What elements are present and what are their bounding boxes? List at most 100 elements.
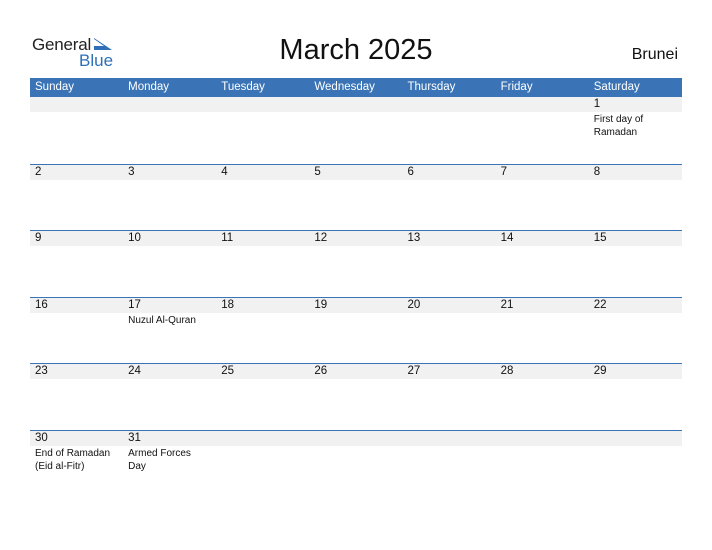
day-number: 29 xyxy=(593,365,607,378)
day-cell xyxy=(123,97,216,164)
day-cell: 11 xyxy=(216,231,309,297)
week-row: 9 10 11 12 13 14 15 xyxy=(30,230,682,297)
day-number: 28 xyxy=(500,365,514,378)
day-number: 5 xyxy=(314,165,321,178)
day-cell: 5 xyxy=(309,165,402,231)
day-number: 19 xyxy=(314,298,328,311)
calendar-grid: Sunday Monday Tuesday Wednesday Thursday… xyxy=(30,78,682,497)
day-number: 2 xyxy=(35,165,42,178)
day-cell: 25 xyxy=(216,364,309,430)
holiday-event xyxy=(35,112,117,113)
holiday-event xyxy=(501,112,583,113)
day-number: 31 xyxy=(128,431,141,444)
day-cell xyxy=(30,97,123,164)
holiday-event xyxy=(501,246,583,247)
holiday-event xyxy=(314,313,396,314)
day-number xyxy=(221,431,309,446)
day-number: 8 xyxy=(593,165,601,178)
day-number xyxy=(221,97,309,112)
day-cell: 24 xyxy=(123,364,216,430)
day-number: 4 xyxy=(221,165,228,178)
day-cell: 6 xyxy=(403,165,496,231)
holiday-event: First day of Ramadan xyxy=(593,114,644,138)
day-cell: 26 xyxy=(309,364,402,430)
day-cell: 29 xyxy=(589,364,682,430)
holiday-event xyxy=(594,180,676,181)
day-cell xyxy=(216,97,309,164)
holiday-event xyxy=(408,379,490,380)
day-cell: 1 First day of Ramadan xyxy=(589,97,682,164)
day-number: 12 xyxy=(314,232,328,245)
holiday-event xyxy=(314,180,396,181)
day-number: 17 xyxy=(128,298,141,311)
holiday-event xyxy=(221,112,303,113)
holiday-event xyxy=(128,112,210,113)
holiday-event xyxy=(35,313,117,314)
weekday-header: Sunday Monday Tuesday Wednesday Thursday… xyxy=(30,78,682,97)
day-number xyxy=(35,97,123,112)
holiday-event: Armed Forces Day xyxy=(128,447,191,472)
holiday-event xyxy=(408,446,490,447)
day-number: 15 xyxy=(593,232,607,245)
day-cell: 14 xyxy=(496,231,589,297)
holiday-event: Nuzul Al-Quran xyxy=(128,314,196,326)
day-cell xyxy=(309,97,402,164)
day-number: 24 xyxy=(128,365,141,378)
holiday-event xyxy=(35,379,117,380)
holiday-event xyxy=(128,246,210,247)
day-number xyxy=(314,431,402,446)
country-label: Brunei xyxy=(631,46,678,63)
weekday-saturday: Saturday xyxy=(593,81,640,93)
day-cell: 16 xyxy=(30,298,123,364)
day-cell: 17 Nuzul Al-Quran xyxy=(123,298,216,364)
holiday-event xyxy=(594,313,676,314)
day-number: 23 xyxy=(35,365,48,378)
holiday-event xyxy=(35,180,117,181)
week-row: 1 First day of Ramadan xyxy=(30,97,682,164)
holiday-event xyxy=(594,246,676,247)
day-number xyxy=(314,97,402,112)
holiday-event xyxy=(128,379,210,380)
day-number: 20 xyxy=(407,298,421,311)
day-number: 6 xyxy=(407,165,414,178)
week-row: 16 17 Nuzul Al-Quran 18 19 20 21 22 xyxy=(30,296,682,364)
day-number xyxy=(408,431,496,446)
day-cell: 28 xyxy=(496,364,589,430)
day-cell: 22 xyxy=(589,298,682,364)
day-cell: 30 End of Ramadan (Eid al-Fitr) xyxy=(30,431,123,497)
day-number: 1 xyxy=(593,98,601,110)
day-cell: 21 xyxy=(496,298,589,364)
holiday-event xyxy=(408,313,490,314)
day-cell xyxy=(309,431,402,497)
day-number: 25 xyxy=(221,365,235,378)
holiday-event xyxy=(221,379,303,380)
day-cell: 20 xyxy=(403,298,496,364)
holiday-event xyxy=(408,246,490,247)
holiday-event xyxy=(314,379,396,380)
day-cell: 23 xyxy=(30,364,123,430)
holiday-event xyxy=(408,180,490,181)
week-row: 30 End of Ramadan (Eid al-Fitr) 31 Armed Fo… xyxy=(30,429,682,497)
day-number: 26 xyxy=(314,365,328,378)
day-number: 13 xyxy=(407,232,421,245)
day-number: 22 xyxy=(593,298,607,311)
day-number: 7 xyxy=(500,165,508,178)
holiday-event xyxy=(314,246,396,247)
holiday-event xyxy=(501,379,583,380)
day-number: 27 xyxy=(407,365,421,378)
holiday-event xyxy=(501,180,583,181)
day-cell: 9 xyxy=(30,231,123,297)
day-cell xyxy=(496,97,589,164)
day-cell: 13 xyxy=(403,231,496,297)
day-cell xyxy=(403,431,496,497)
holiday-event xyxy=(221,313,303,314)
holiday-event xyxy=(221,180,303,181)
day-number: 10 xyxy=(128,232,141,245)
week-row: 23 24 25 26 27 28 29 xyxy=(30,363,682,430)
weekday-monday: Monday xyxy=(128,81,170,93)
holiday-event xyxy=(594,446,676,447)
holiday-event xyxy=(594,379,676,380)
weekday-wednesday: Wednesday xyxy=(314,81,375,93)
day-number xyxy=(128,97,216,112)
day-cell: 31 Armed Forces Day xyxy=(123,431,216,497)
